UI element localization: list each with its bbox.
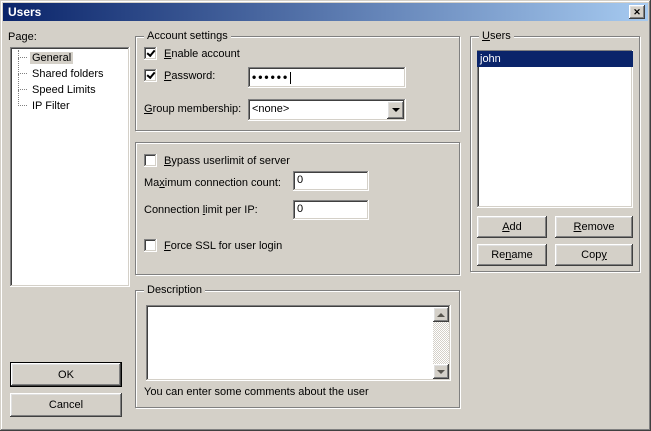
tree-connector xyxy=(18,90,27,106)
connection-limit-per-ip-input[interactable]: 0 xyxy=(293,200,369,220)
password-value: •••••• xyxy=(252,70,289,84)
password-label[interactable]: Password: xyxy=(164,70,215,82)
group-membership-combobox[interactable]: <none> xyxy=(248,99,406,121)
users-group-title: Users xyxy=(479,30,514,42)
enable-account-row[interactable]: Enable account xyxy=(144,47,240,60)
description-scrollbar[interactable] xyxy=(433,307,449,379)
users-listbox[interactable]: john xyxy=(477,50,633,208)
close-icon[interactable]: ✕ xyxy=(629,5,645,19)
force-ssl-checkbox[interactable] xyxy=(144,239,157,252)
user-list-item[interactable]: john xyxy=(477,51,633,67)
scroll-down-icon[interactable] xyxy=(433,364,449,379)
tree-item-ip-filter[interactable]: IP Filter xyxy=(10,98,130,114)
password-checkbox[interactable] xyxy=(144,69,157,82)
description-group: Description You can enter some comments … xyxy=(135,290,460,408)
force-ssl-label[interactable]: Force SSL for user login xyxy=(164,240,282,252)
tree-item-speed-limits[interactable]: Speed Limits xyxy=(10,82,130,98)
tree-connector xyxy=(18,50,27,58)
rename-button[interactable]: Rename xyxy=(477,244,547,266)
tree-item-label[interactable]: General xyxy=(30,52,73,64)
connection-limit-per-ip-label: Connection limit per IP: xyxy=(144,204,258,216)
tree-item-general[interactable]: General xyxy=(10,50,130,66)
ok-button-face[interactable]: OK xyxy=(11,363,121,386)
description-title: Description xyxy=(144,284,205,296)
ok-button[interactable]: OK xyxy=(10,362,122,387)
description-textarea[interactable] xyxy=(146,305,451,381)
cancel-button[interactable]: Cancel xyxy=(10,393,122,417)
chevron-down-icon xyxy=(392,108,400,116)
description-hint: You can enter some comments about the us… xyxy=(144,386,369,398)
password-row[interactable]: Password: xyxy=(144,69,215,82)
copy-button[interactable]: Copy xyxy=(555,244,633,266)
bypass-userlimit-checkbox[interactable] xyxy=(144,154,157,167)
tree-item-label[interactable]: Shared folders xyxy=(30,68,106,80)
title-bar[interactable]: Users ✕ xyxy=(3,3,648,21)
group-membership-value: <none> xyxy=(252,103,289,115)
combobox-dropdown-button[interactable] xyxy=(387,101,404,119)
tree-item-label[interactable]: IP Filter xyxy=(30,100,72,112)
max-connection-label: Maximum connection count: xyxy=(144,177,281,189)
password-input[interactable]: •••••• xyxy=(248,67,406,88)
add-button[interactable]: Add xyxy=(477,216,547,238)
max-connection-input[interactable]: 0 xyxy=(293,171,369,191)
page-tree[interactable]: General Shared folders Speed Limits IP F… xyxy=(10,47,130,287)
group-membership-label: Group membership: xyxy=(144,103,241,115)
page-label: Page: xyxy=(8,31,37,43)
scroll-up-icon[interactable] xyxy=(433,307,449,322)
enable-account-label[interactable]: Enable account xyxy=(164,48,240,60)
users-group: Users john Add Remove Rename Copy xyxy=(470,36,640,272)
enable-account-checkbox[interactable] xyxy=(144,47,157,60)
tree-connector xyxy=(18,58,27,74)
window-title: Users xyxy=(8,5,41,19)
tree-connector xyxy=(18,74,27,90)
bypass-userlimit-row[interactable]: Bypass userlimit of server xyxy=(144,154,290,167)
bypass-userlimit-label[interactable]: Bypass userlimit of server xyxy=(164,155,290,167)
text-cursor xyxy=(290,72,291,84)
limits-group: Bypass userlimit of server Maximum conne… xyxy=(135,142,460,275)
account-settings-title: Account settings xyxy=(144,30,231,42)
tree-item-shared-folders[interactable]: Shared folders xyxy=(10,66,130,82)
remove-button[interactable]: Remove xyxy=(555,216,633,238)
users-dialog: Users ✕ Page: General Shared folders Spe… xyxy=(0,0,651,431)
force-ssl-row[interactable]: Force SSL for user login xyxy=(144,239,282,252)
tree-item-label[interactable]: Speed Limits xyxy=(30,84,98,96)
account-settings-group: Account settings Enable account Password… xyxy=(135,36,460,131)
